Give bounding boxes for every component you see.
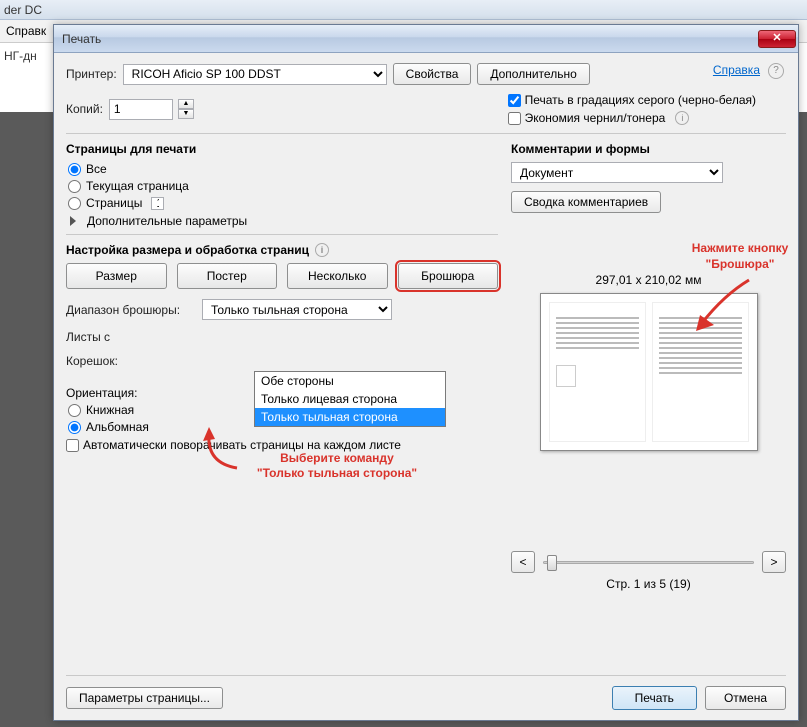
grayscale-label: Печать в градациях серого (черно-белая) (525, 93, 756, 107)
preview-prev-button[interactable]: < (511, 551, 535, 573)
inksave-label: Экономия чернил/тонера (525, 111, 666, 125)
print-button[interactable]: Печать (612, 686, 697, 710)
portrait-label: Книжная (86, 403, 134, 417)
tab-poster[interactable]: Постер (177, 263, 278, 289)
cancel-button[interactable]: Отмена (705, 686, 786, 710)
more-options-label[interactable]: Дополнительные параметры (87, 214, 247, 228)
preview-next-button[interactable]: > (762, 551, 786, 573)
help-link[interactable]: Справка (713, 63, 760, 77)
dialog-title: Печать (62, 32, 758, 46)
copies-label: Копий: (66, 102, 103, 116)
annotation-arrow-icon (694, 275, 774, 335)
tab-booklet[interactable]: Брошюра (398, 263, 499, 289)
printer-select[interactable]: RICOH Aficio SP 100 DDST (123, 64, 387, 85)
dropdown-option[interactable]: Обе стороны (255, 372, 445, 390)
copies-input[interactable] (109, 99, 173, 120)
copies-down[interactable]: ▼ (178, 109, 194, 119)
booklet-range-select[interactable]: Только тыльная сторона (202, 299, 392, 320)
dropdown-option-selected[interactable]: Только тыльная сторона (255, 408, 445, 426)
print-dialog: Печать ✕ Справка ? Принтер: RICOH Aficio… (53, 24, 799, 721)
toolbar-item[interactable]: Справк (6, 24, 46, 38)
annotation-press-button: Нажмите кнопку"Брошюра" (650, 240, 807, 272)
inksave-checkbox[interactable] (508, 112, 521, 125)
booklet-range-label: Диапазон брошюры: (66, 303, 196, 317)
pages-range-input[interactable] (151, 197, 164, 210)
pages-range-label: Страницы (86, 196, 142, 210)
pages-all-radio[interactable] (68, 163, 81, 176)
info-icon[interactable]: i (315, 243, 329, 257)
summary-button[interactable]: Сводка комментариев (511, 191, 661, 213)
help-icon[interactable]: ? (768, 63, 784, 79)
printer-label: Принтер: (66, 67, 117, 81)
properties-button[interactable]: Свойства (393, 63, 472, 85)
tab-multi[interactable]: Несколько (287, 263, 388, 289)
tab-size[interactable]: Размер (66, 263, 167, 289)
pages-current-radio[interactable] (68, 180, 81, 193)
pages-section-title: Страницы для печати (66, 142, 498, 156)
landscape-label: Альбомная (86, 420, 149, 434)
app-titlebar: der DC (0, 0, 807, 20)
page-setup-button[interactable]: Параметры страницы... (66, 687, 223, 709)
expand-icon[interactable] (70, 216, 76, 226)
sheets-label: Листы с (66, 330, 196, 344)
comments-title: Комментарии и формы (511, 142, 786, 156)
grayscale-checkbox[interactable] (508, 94, 521, 107)
comments-select[interactable]: Документ (511, 162, 723, 183)
preview-slider[interactable] (543, 553, 754, 571)
annotation-select-command: Выберите команду"Только тыльная сторона" (227, 451, 447, 481)
pages-all-label: Все (86, 162, 107, 176)
dropdown-option[interactable]: Только лицевая сторона (255, 390, 445, 408)
autorotate-checkbox[interactable] (66, 439, 79, 452)
booklet-dropdown-list[interactable]: Обе стороны Только лицевая сторона Тольк… (254, 371, 446, 427)
annotation-arrow-icon (197, 423, 247, 473)
info-icon[interactable]: i (675, 111, 689, 125)
pages-current-label: Текущая страница (86, 179, 189, 193)
spine-label: Корешок: (66, 354, 196, 368)
portrait-radio[interactable] (68, 404, 81, 417)
copies-up[interactable]: ▲ (178, 99, 194, 109)
sizing-title: Настройка размера и обработка страниц (66, 243, 309, 257)
pages-range-radio[interactable] (68, 197, 81, 210)
close-button[interactable]: ✕ (758, 30, 796, 48)
preview-counter: Стр. 1 из 5 (19) (511, 577, 786, 591)
landscape-radio[interactable] (68, 421, 81, 434)
advanced-button[interactable]: Дополнительно (477, 63, 589, 85)
